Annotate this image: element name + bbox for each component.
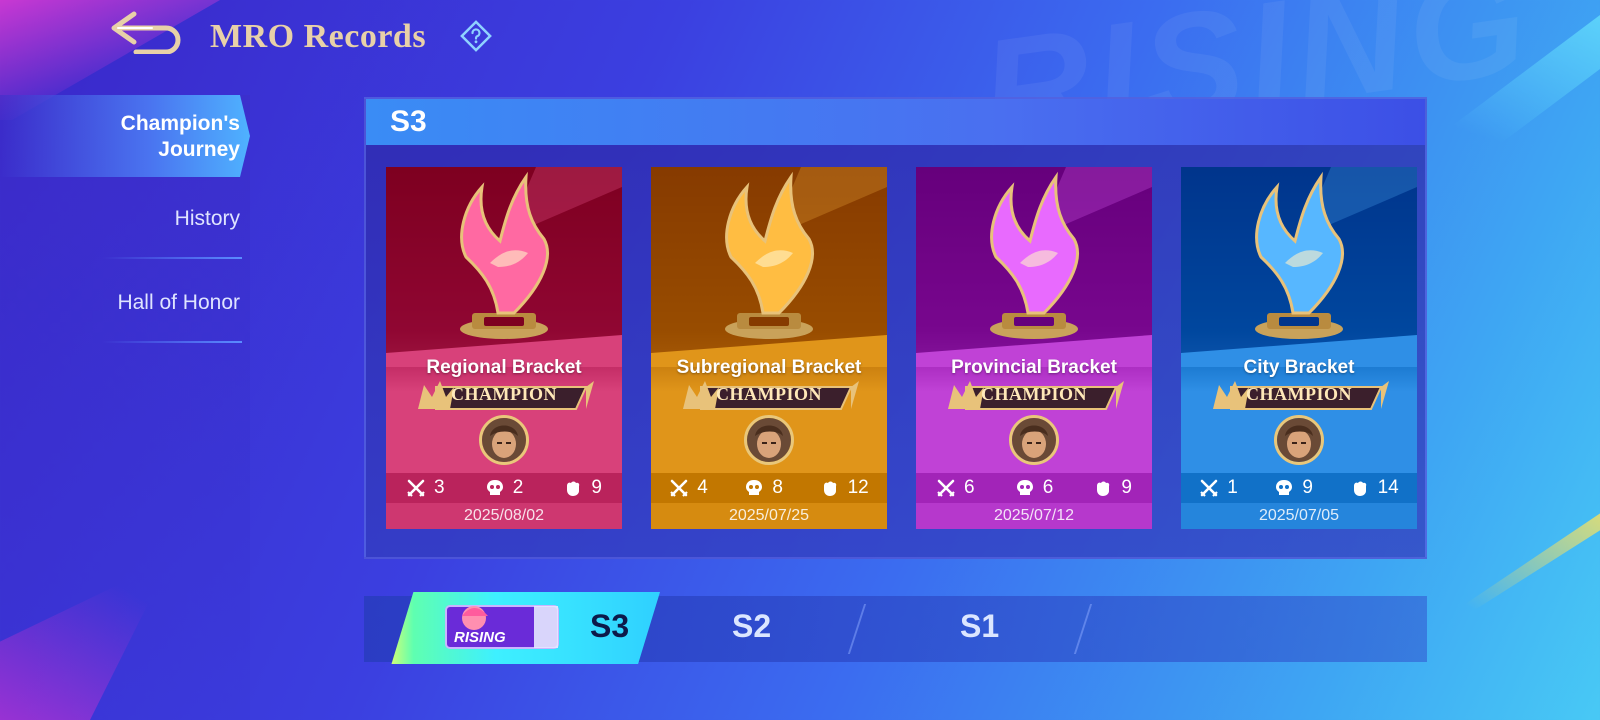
background-streak (1440, 500, 1600, 632)
assists-stat: 9 (563, 477, 602, 499)
trophy-icon (916, 167, 1152, 367)
tab-separator (1073, 604, 1093, 654)
kills-stat: 3 (406, 477, 445, 499)
season-header: S3 (366, 99, 1425, 145)
hero-portrait-icon (747, 418, 791, 462)
fist-icon (1097, 481, 1110, 496)
stats-row: 1 9 14 (1181, 473, 1417, 503)
assists-value: 12 (847, 477, 869, 498)
deaths-value: 2 (512, 477, 524, 498)
rising-badge-text: RISING (454, 629, 506, 646)
crossed-swords-icon (1200, 479, 1219, 497)
sidebar-item-champions-journey[interactable]: Champion's Journey (0, 95, 250, 177)
bracket-title: Regional Bracket (426, 357, 582, 378)
deaths-stat: 9 (1274, 477, 1313, 499)
champion-label: CHAMPION (716, 384, 822, 404)
fist-icon (823, 481, 836, 496)
assists-value: 9 (591, 477, 602, 498)
stats-row: 3 2 9 (386, 473, 622, 503)
hero-portrait-icon (1277, 418, 1321, 462)
kills-stat: 1 (1199, 477, 1238, 499)
crossed-swords-icon (670, 479, 689, 497)
bracket-card-subregional[interactable]: Subregional Bracket CHAMPION 4 8 12 2025/07/2… (651, 167, 887, 529)
assists-stat: 9 (1093, 477, 1132, 499)
avatar[interactable] (479, 415, 529, 465)
sidebar-item-hall-of-honor[interactable]: Hall of Honor (117, 291, 240, 315)
bracket-title: Provincial Bracket (951, 357, 1117, 378)
crossed-swords-icon (407, 479, 425, 497)
bracket-card-regional[interactable]: Regional Bracket CHAMPION 3 2 9 2025/08/02 (386, 167, 622, 529)
tab-s2[interactable]: S2 (732, 608, 771, 645)
season-header-label: S3 (390, 105, 427, 138)
bracket-card-provincial[interactable]: Provincial Bracket CHAMPION 6 6 9 2025/07/12 (916, 167, 1152, 529)
sidebar-item-label: Hall of Honor (117, 291, 240, 314)
deaths-stat: 8 (744, 477, 783, 499)
kills-value: 6 (964, 477, 975, 498)
trophy-icon (386, 167, 622, 367)
help-button[interactable] (460, 20, 492, 52)
stats-row: 6 6 9 (916, 473, 1152, 503)
skull-icon (746, 480, 763, 495)
bracket-card-city[interactable]: City Bracket CHAMPION 1 9 14 2025/07/05 (1181, 167, 1417, 529)
fist-icon (1353, 481, 1366, 496)
avatar[interactable] (744, 415, 794, 465)
champion-label: CHAMPION (451, 384, 557, 404)
assists-value: 14 (1377, 477, 1399, 498)
hero-portrait-icon (482, 418, 526, 462)
champion-label: CHAMPION (981, 384, 1087, 404)
skull-icon (1276, 480, 1293, 495)
kills-value: 4 (697, 477, 708, 498)
tab-separator (847, 604, 867, 654)
sidebar-divider (102, 341, 242, 343)
kills-stat: 6 (936, 477, 975, 499)
page-title: MRO Records (210, 18, 427, 55)
champion-banner: CHAMPION (414, 379, 594, 415)
fist-icon (567, 481, 580, 496)
question-diamond-icon (460, 20, 492, 52)
tab-s1[interactable]: S1 (960, 608, 999, 645)
sidebar-item-history[interactable]: History (175, 207, 240, 231)
kills-stat: 4 (669, 477, 708, 499)
deaths-stat: 2 (485, 477, 524, 499)
kills-value: 1 (1227, 477, 1238, 498)
records-panel: S3 Regional Bracket CHAMPION 3 2 9 2025/08/02… (364, 97, 1427, 559)
avatar[interactable] (1009, 415, 1059, 465)
champion-label: CHAMPION (1246, 384, 1352, 404)
assists-value: 9 (1121, 477, 1132, 498)
back-arrow-icon (111, 11, 181, 55)
back-button[interactable] (108, 10, 184, 55)
record-date: 2025/07/25 (651, 503, 887, 529)
season-tabs: RISING S3 S2 S1 (364, 592, 1427, 664)
deaths-stat: 6 (1015, 477, 1054, 499)
champion-banner: CHAMPION (1209, 379, 1389, 415)
crossed-swords-icon (937, 479, 955, 497)
deaths-value: 8 (772, 477, 783, 498)
sidebar-item-label: Champion's Journey (120, 112, 240, 161)
rising-ticket-icon: RISING (445, 605, 559, 649)
deaths-value: 6 (1042, 477, 1054, 498)
stats-row: 4 8 12 (651, 473, 887, 503)
kills-value: 3 (434, 477, 445, 498)
champion-banner: CHAMPION (679, 379, 859, 415)
sidebar-item-label: History (174, 207, 240, 230)
champion-banner: CHAMPION (944, 379, 1124, 415)
hero-portrait-icon (1012, 418, 1056, 462)
trophy-icon (1181, 167, 1417, 367)
assists-stat: 12 (820, 477, 869, 499)
record-date: 2025/07/05 (1181, 503, 1417, 529)
bracket-title: Subregional Bracket (676, 357, 862, 378)
skull-icon (486, 480, 503, 495)
sidebar: Champion's Journey History Hall of Honor (0, 95, 250, 720)
skull-icon (1016, 480, 1033, 495)
record-date: 2025/08/02 (386, 503, 622, 529)
tab-s3-label[interactable]: S3 (590, 608, 629, 645)
trophy-icon (651, 167, 887, 367)
deaths-value: 9 (1302, 477, 1313, 498)
assists-stat: 14 (1350, 477, 1399, 499)
record-date: 2025/07/12 (916, 503, 1152, 529)
avatar[interactable] (1274, 415, 1324, 465)
bracket-title: City Bracket (1243, 357, 1355, 378)
sidebar-divider (102, 257, 242, 259)
